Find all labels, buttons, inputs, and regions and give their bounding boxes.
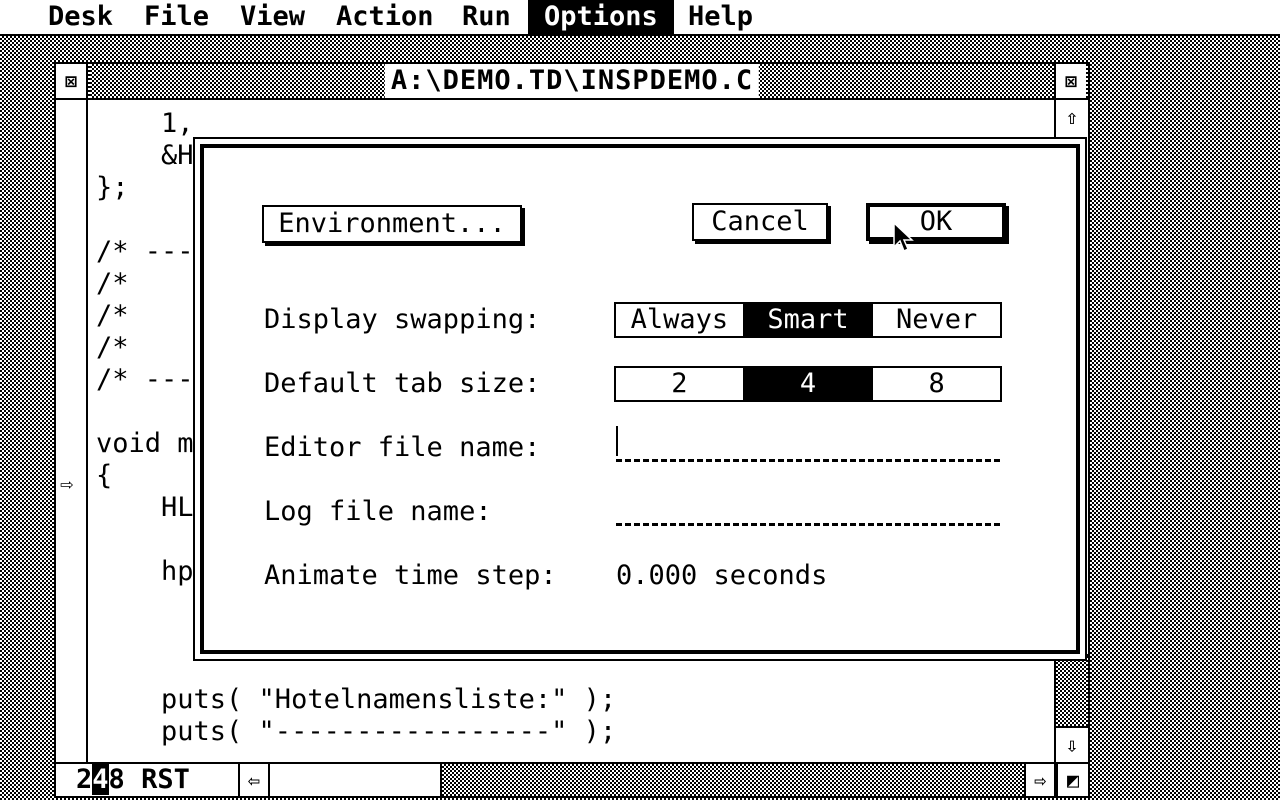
current-line-arrow-icon: ⇨ (60, 472, 74, 497)
scroll-up-icon[interactable]: ⇧ (1056, 100, 1088, 134)
options-dialog: Environment... Cancel OK Display swappin… (193, 137, 1087, 661)
menu-bar: Desk File View Action Run Options Help (0, 0, 1280, 36)
tab-size-2[interactable]: 2 (616, 368, 745, 400)
code-line: void m (96, 428, 194, 459)
status-indicators: 248 RST (56, 764, 256, 796)
scroll-right-icon[interactable]: ⇨ (1024, 764, 1056, 796)
code-line: &H (96, 140, 194, 171)
text-caret (616, 426, 618, 456)
horizontal-scroll-thumb[interactable] (270, 764, 442, 796)
window-title: A:\DEMO.TD\INSPDEMO.C (384, 64, 760, 98)
menu-run[interactable]: Run (446, 0, 527, 34)
menu-action[interactable]: Action (320, 0, 450, 34)
title-bar[interactable]: ⊠ A:\DEMO.TD\INSPDEMO.C ⊠ (56, 64, 1088, 100)
display-swapping-label: Display swapping: (264, 304, 541, 335)
tab-size-4[interactable]: 4 (744, 368, 874, 400)
code-line: /* (96, 268, 129, 299)
horizontal-scroll-track[interactable] (270, 764, 1034, 796)
mouse-pointer-icon (893, 222, 914, 253)
cancel-button[interactable]: Cancel (692, 203, 828, 241)
menu-view[interactable]: View (224, 0, 321, 34)
code-line: puts( "Hotelnamensliste:" ); (96, 684, 617, 715)
code-line: /* (96, 300, 129, 331)
animate-step-label: Animate time step: (264, 560, 557, 591)
status-tab-4: 4 (92, 764, 109, 795)
code-line: hp (96, 556, 194, 587)
log-file-input[interactable] (616, 494, 1000, 526)
title-area[interactable]: A:\DEMO.TD\INSPDEMO.C (90, 64, 1054, 98)
display-swapping-smart[interactable]: Smart (744, 304, 874, 336)
scroll-down-icon[interactable]: ⇩ (1056, 726, 1088, 760)
menu-options[interactable]: Options (528, 0, 674, 34)
status-bar: 248 RST ⇦ ⇨ ◩ (56, 762, 1088, 796)
environment-button[interactable]: Environment... (262, 205, 522, 243)
close-icon[interactable]: ⊠ (56, 64, 88, 98)
resize-icon[interactable]: ◩ (1056, 764, 1088, 796)
tab-size-label: Default tab size: (264, 368, 541, 399)
log-file-label: Log file name: (264, 496, 492, 527)
code-line: /* --- (96, 236, 194, 267)
code-line: /* --- (96, 364, 194, 395)
status-flags: RST (141, 764, 190, 795)
menu-file[interactable]: File (128, 0, 225, 34)
code-line: puts( "-----------------" ); (96, 716, 617, 747)
fuller-icon[interactable]: ⊠ (1054, 64, 1086, 98)
code-line: }; (96, 172, 129, 203)
menu-desk[interactable]: Desk (32, 0, 129, 34)
editor-file-input[interactable] (616, 426, 1000, 462)
editor-file-label: Editor file name: (264, 432, 541, 463)
code-line: HL (96, 492, 194, 523)
ok-button[interactable]: OK (866, 203, 1006, 241)
code-line: { (96, 460, 113, 491)
animate-step-value[interactable]: 0.000 seconds (616, 560, 827, 592)
tab-size-8[interactable]: 8 (873, 368, 1000, 400)
status-tab-2: 2 (76, 764, 93, 795)
display-swapping-selector: Always Smart Never (614, 302, 1002, 338)
tab-size-selector: 2 4 8 (614, 366, 1002, 402)
status-tab-8: 8 (108, 764, 125, 795)
display-swapping-never[interactable]: Never (873, 304, 1000, 336)
code-line: /* (96, 332, 129, 363)
line-gutter: ⇨ (56, 100, 88, 762)
display-swapping-always[interactable]: Always (616, 304, 745, 336)
menu-help[interactable]: Help (672, 0, 769, 34)
scroll-left-icon[interactable]: ⇦ (238, 764, 270, 796)
code-line: 1, (96, 108, 194, 139)
